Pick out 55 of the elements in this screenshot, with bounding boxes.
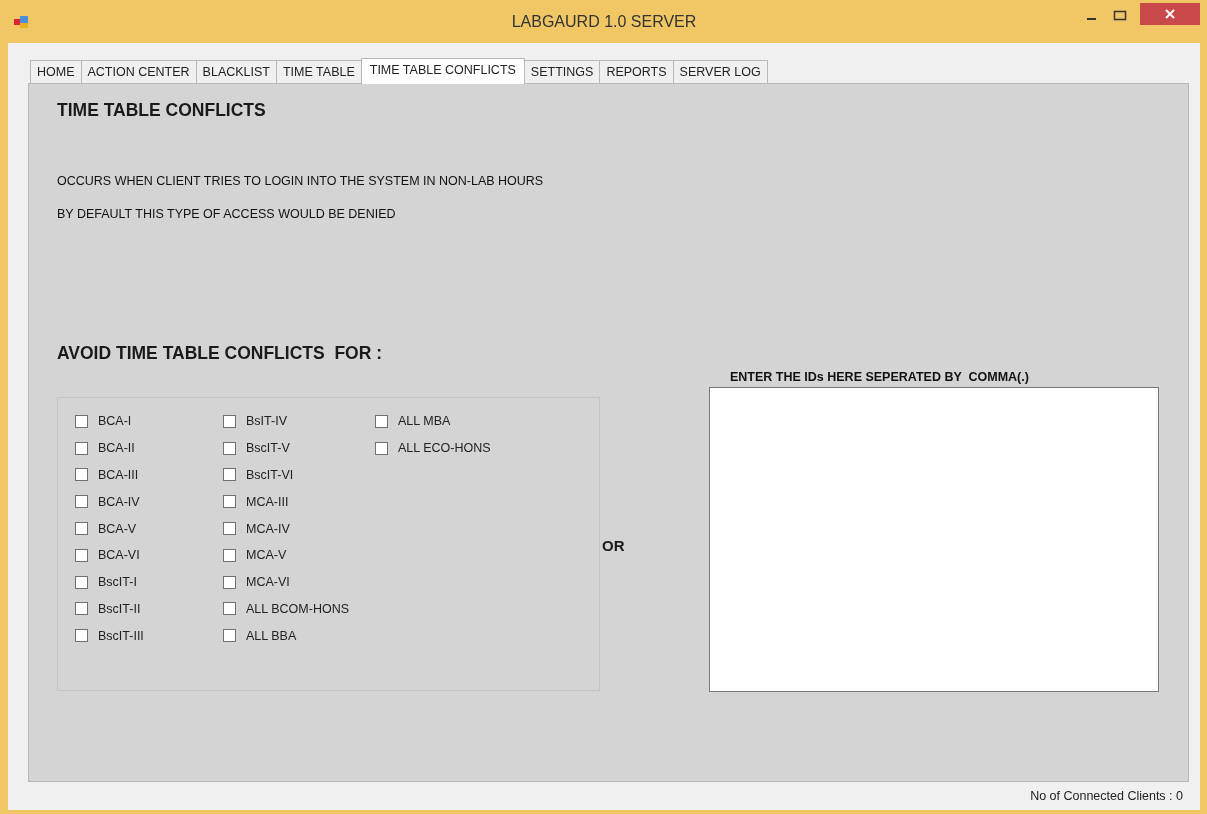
checkbox-label[interactable]: MCA-V	[246, 548, 287, 563]
checkbox[interactable]	[223, 602, 236, 616]
checkbox-label[interactable]: BsIT-IV	[246, 414, 287, 429]
section-heading: AVOID TIME TABLE CONFLICTS FOR :	[57, 343, 384, 364]
checkbox[interactable]	[223, 468, 236, 482]
checkbox-label[interactable]: MCA-VI	[246, 575, 290, 590]
checkbox[interactable]	[375, 414, 388, 428]
checkbox[interactable]	[375, 441, 388, 455]
checkbox[interactable]	[223, 548, 236, 562]
window-title: LABGAURD 1.0 SERVER	[511, 13, 697, 31]
checkbox[interactable]	[223, 495, 236, 509]
checkbox[interactable]	[75, 522, 88, 536]
checkbox-label[interactable]: BscIT-V	[246, 441, 290, 456]
checkbox-label[interactable]: BCA-IV	[98, 494, 140, 509]
checkbox-label[interactable]: BscIT-II	[98, 601, 141, 616]
checkbox[interactable]	[75, 602, 88, 616]
checkbox-label[interactable]: ALL MBA	[398, 414, 451, 429]
description-text: OCCURS WHEN CLIENT TRIES TO LOGIN INTO THE SYSTEM IN NON-LAB HOURS	[57, 173, 545, 190]
checkbox-label[interactable]: ALL BCOM-HONS	[246, 601, 350, 616]
app-icon	[14, 15, 28, 28]
checkbox-label[interactable]: ALL BBA	[246, 628, 297, 643]
checkbox[interactable]	[75, 441, 88, 455]
checkbox-label[interactable]: MCA-III	[246, 494, 289, 509]
description-text: BY DEFAULT THIS TYPE OF ACCESS WOULD BE DENIED	[57, 206, 397, 223]
tab[interactable]: HOME	[30, 60, 82, 83]
checkbox[interactable]	[75, 495, 88, 509]
connected-clients-status: No of Connected Clients : 0	[1030, 789, 1183, 803]
tab[interactable]: TIME TABLE CONFLICTS	[360, 58, 525, 84]
tab[interactable]: SERVER LOG	[672, 60, 768, 83]
checkbox[interactable]	[223, 629, 236, 643]
page-heading: TIME TABLE CONFLICTS	[57, 100, 267, 121]
checkbox[interactable]	[75, 575, 88, 589]
checkbox[interactable]	[223, 575, 236, 589]
checkbox-label[interactable]: BscIT-III	[98, 628, 144, 643]
checkbox-label[interactable]: BCA-VI	[98, 548, 140, 563]
checkbox[interactable]	[223, 522, 236, 536]
checkbox-label[interactable]: ALL ECO-HONS	[398, 441, 491, 456]
checkbox[interactable]	[75, 414, 88, 428]
checkbox-label[interactable]: BscIT-VI	[246, 468, 294, 482]
close-icon	[1165, 8, 1175, 19]
checkbox[interactable]	[75, 468, 88, 482]
ids-input-field[interactable]	[709, 387, 1159, 692]
checkbox[interactable]	[75, 548, 88, 562]
close-button[interactable]	[1140, 2, 1200, 25]
checkbox[interactable]	[223, 414, 236, 428]
checkbox-label[interactable]: MCA-IV	[246, 521, 290, 536]
checkbox-label[interactable]: BCA-III	[98, 468, 139, 482]
field-label: ENTER THE IDs HERE SEPERATED BY COMMA(.)	[730, 369, 1029, 386]
checkbox-label[interactable]: BscIT-I	[98, 575, 137, 590]
checkbox[interactable]	[75, 629, 88, 643]
checkbox[interactable]	[223, 441, 236, 455]
or-label: OR	[602, 537, 625, 554]
checkbox-label[interactable]: BCA-V	[98, 521, 137, 536]
checkbox-label[interactable]: BCA-II	[98, 441, 135, 456]
checkbox-label[interactable]: BCA-I	[98, 414, 132, 429]
